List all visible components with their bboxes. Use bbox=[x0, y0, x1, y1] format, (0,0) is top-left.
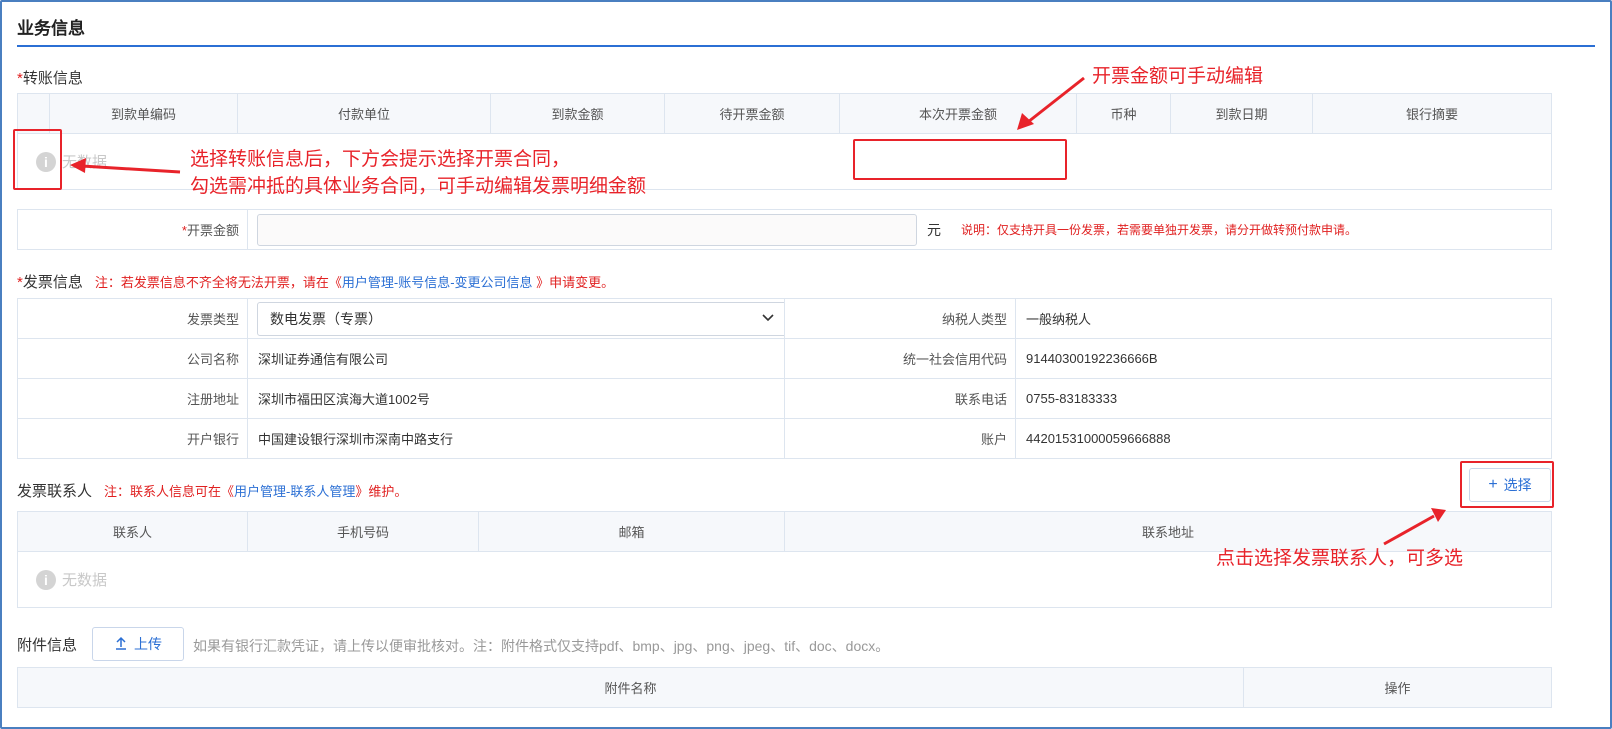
arrow-icon bbox=[70, 158, 181, 174]
annotation-arrows bbox=[70, 76, 1446, 546]
arrow-icon bbox=[1017, 76, 1085, 130]
arrow-icon bbox=[1383, 508, 1446, 546]
